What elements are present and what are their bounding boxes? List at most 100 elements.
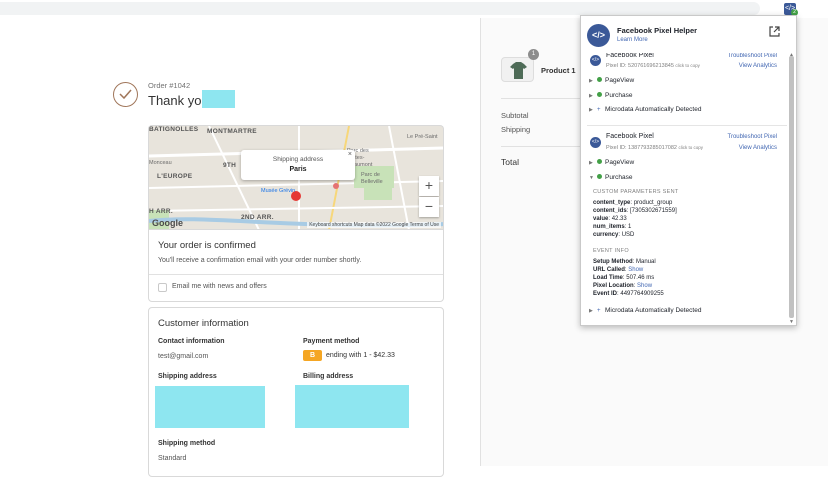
param-row: currency: USD [593, 232, 635, 238]
view-analytics-link[interactable]: View Analytics [739, 145, 777, 151]
view-analytics-link[interactable]: View Analytics [739, 63, 777, 69]
redacted-billing-address [295, 385, 409, 428]
popup-city: Paris [289, 166, 307, 173]
pixel-id[interactable]: Pixel ID: 1387793285017082 click to copy [606, 145, 703, 151]
map-footer[interactable]: Keyboard shortcuts Map data ©2022 Google… [307, 222, 441, 228]
event-info-header: EVENT INFO [593, 248, 629, 254]
map-label: 9TH [223, 162, 237, 169]
news-checkbox[interactable] [158, 283, 167, 292]
info-row: Pixel Location: Show [593, 283, 653, 289]
close-icon[interactable]: × [348, 151, 352, 158]
custom-params-header: CUSTOM PARAMETERS SENT [593, 189, 679, 195]
news-checkbox-label[interactable]: Email me with news and offers [172, 283, 267, 290]
payment-value: ending with 1 - $42.33 [326, 352, 395, 359]
expand-icon: ▶ [589, 308, 593, 314]
learn-more-link[interactable]: Learn More [617, 37, 648, 43]
map-label: Monceau [149, 160, 172, 166]
event-purchase-expanded[interactable]: ▼ Purchase [589, 174, 632, 181]
event-microdata[interactable]: ▶ + Microdata Automatically Detected [589, 307, 701, 314]
expand-icon: ▶ [589, 78, 593, 84]
pixel-id-value: Pixel ID: 1387793285017082 [606, 145, 677, 151]
map-label: L'EUROPE [157, 173, 193, 180]
shipping-method-value: Standard [158, 455, 187, 462]
contact-label: Contact information [158, 338, 225, 345]
scrollbar[interactable] [789, 56, 794, 318]
confirmed-text: You'll receive a confirmation email with… [158, 257, 362, 264]
divider [149, 274, 443, 275]
event-pageview[interactable]: ▶ PageView [589, 159, 634, 166]
payment-icon: B [303, 350, 322, 361]
google-logo: Google [152, 218, 183, 228]
thank-you-heading: Thank you [148, 93, 209, 108]
info-icon: + [597, 308, 601, 314]
pixel-id-value: Pixel ID: 520761696213845 [606, 63, 674, 69]
order-number: Order #1042 [148, 81, 191, 90]
param-row: content_ids: [7305302671559] [593, 208, 677, 214]
pixel-icon: </> [590, 55, 601, 66]
subtotal-label: Subtotal [501, 111, 529, 120]
expand-icon: ▶ [589, 93, 593, 99]
map-label: Le Pré-Saint [407, 134, 438, 140]
product-thumbnail [501, 57, 534, 82]
param-row: value: 42.33 [593, 216, 627, 222]
zoom-in-button[interactable]: + [419, 176, 439, 196]
map-label: 2ND ARR. [241, 214, 274, 221]
click-to-copy[interactable]: click to copy [678, 145, 703, 150]
collapse-icon: ▼ [589, 175, 594, 181]
info-icon: + [597, 107, 601, 113]
event-purchase[interactable]: ▶ Purchase [589, 92, 632, 99]
map-label: Musée Grévin [261, 188, 296, 194]
scroll-down-icon[interactable]: ▼ [789, 319, 794, 325]
popup-title: Shipping address [272, 156, 324, 163]
info-row: Load Time: 507.46 ms [593, 275, 655, 281]
map-label: Parc de Belleville [361, 172, 383, 185]
map-popup: Shipping address Paris × [241, 150, 355, 180]
map-label: H ARR. [149, 208, 173, 215]
customer-info-title: Customer information [158, 318, 249, 329]
troubleshoot-pixel-link[interactable]: Troubleshoot Pixel [728, 134, 777, 140]
open-external-icon[interactable] [769, 26, 780, 37]
payment-label: Payment method [303, 338, 360, 345]
event-pageview[interactable]: ▶ PageView [589, 77, 634, 84]
pixel-name: Facebook Pixel [606, 52, 654, 59]
total-label: Total [501, 157, 519, 167]
billing-address-label: Billing address [303, 373, 354, 380]
divider [501, 146, 591, 147]
pixel-id[interactable]: Pixel ID: 520761696213845 click to copy [606, 63, 700, 69]
zoom-out-button[interactable]: − [419, 197, 439, 217]
info-row: Event ID: 4497764909255 [593, 291, 664, 297]
expand-icon: ▶ [589, 160, 593, 166]
show-url-link[interactable]: Show [628, 267, 643, 273]
status-ok-icon [597, 174, 602, 179]
checkmark-icon [113, 82, 138, 107]
shipping-label: Shipping [501, 125, 531, 134]
troubleshoot-pixel-link[interactable]: Troubleshoot Pixel [728, 53, 777, 59]
divider [501, 98, 591, 99]
shipping-address-label: Shipping address [158, 373, 217, 380]
product-name: Product 1 [541, 66, 576, 75]
expand-icon: ▶ [589, 107, 593, 113]
pixel-helper-popup: </> Facebook Pixel Helper Learn More ▲ ▼… [580, 15, 797, 326]
status-ok-icon [597, 77, 602, 82]
event-microdata[interactable]: ▶ + Microdata Automatically Detected [589, 106, 701, 113]
param-row: num_items: 1 [593, 224, 632, 230]
map-label: BATIGNOLLES [149, 126, 199, 133]
map-label: MONTMARTRE [207, 128, 257, 135]
shipping-map[interactable]: BATIGNOLLES MONTMARTRE Le Pré-Saint Monc… [148, 125, 444, 229]
pixel-helper-logo-icon: </> [587, 24, 610, 47]
show-location-link[interactable]: Show [637, 283, 652, 289]
divider [587, 125, 787, 126]
pixel-helper-title: Facebook Pixel Helper [617, 26, 698, 35]
status-ok-icon [597, 92, 602, 97]
redacted-shipping-address [155, 386, 265, 428]
quantity-badge: 1 [528, 49, 539, 60]
pixel-name: Facebook Pixel [606, 133, 654, 140]
confirmed-title: Your order is confirmed [158, 240, 256, 251]
address-bar[interactable] [0, 2, 760, 15]
pixel-icon: </> [590, 137, 601, 148]
status-ok-icon [597, 159, 602, 164]
click-to-copy[interactable]: click to copy [675, 63, 700, 68]
redacted-name [202, 90, 235, 108]
param-row: content_type: product_group [593, 200, 673, 206]
pixel-helper-header: </> Facebook Pixel Helper Learn More [581, 16, 796, 53]
